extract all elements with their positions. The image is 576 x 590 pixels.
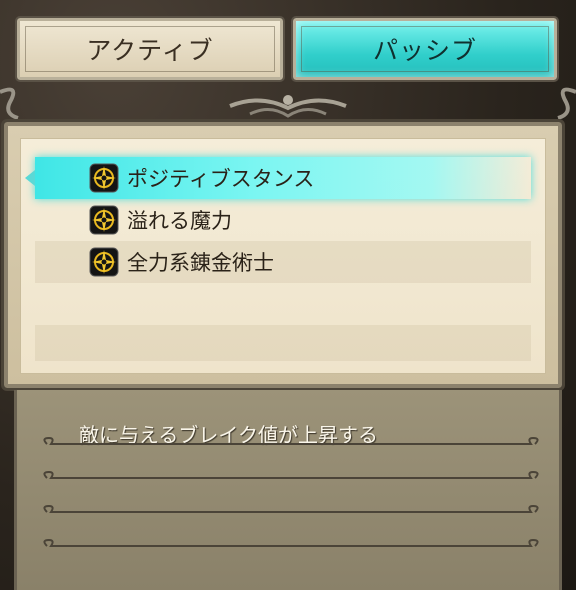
compass-icon [89, 205, 119, 235]
skill-menu-screen: アクティブ パッシブ ポジティブスタンス 溢れる魔力 全力系錬金術士 敵に与える… [0, 0, 576, 590]
empty-list-slot [35, 325, 531, 361]
list-item[interactable]: ポジティブスタンス [25, 157, 531, 199]
tab-passive-skills-label: パッシブ [372, 36, 477, 65]
empty-list-slot [35, 283, 531, 325]
skill-list: ポジティブスタンス 溢れる魔力 全力系錬金術士 [20, 138, 546, 374]
description-line-divider [43, 436, 539, 445]
tab-passive-skills[interactable]: パッシブ [291, 16, 559, 82]
compass-icon [89, 163, 119, 193]
skill-name: ポジティブスタンス [127, 167, 315, 191]
description-line-divider [43, 504, 539, 513]
list-item[interactable]: 全力系錬金術士 [35, 241, 531, 283]
skill-name: 溢れる魔力 [127, 209, 232, 233]
tab-active-skills-label: アクティブ [86, 36, 214, 65]
skill-name: 全力系錬金術士 [127, 251, 274, 275]
tab-active-skills[interactable]: アクティブ [15, 16, 285, 82]
skill-list-panel: ポジティブスタンス 溢れる魔力 全力系錬金術士 [1, 119, 565, 391]
compass-icon [89, 247, 119, 277]
skill-description-panel: 敵に与えるブレイク値が上昇する [14, 390, 562, 590]
selection-caret-icon [25, 170, 35, 186]
list-item[interactable]: 溢れる魔力 [35, 199, 531, 241]
description-line-divider [43, 538, 539, 547]
description-line-divider [43, 470, 539, 479]
